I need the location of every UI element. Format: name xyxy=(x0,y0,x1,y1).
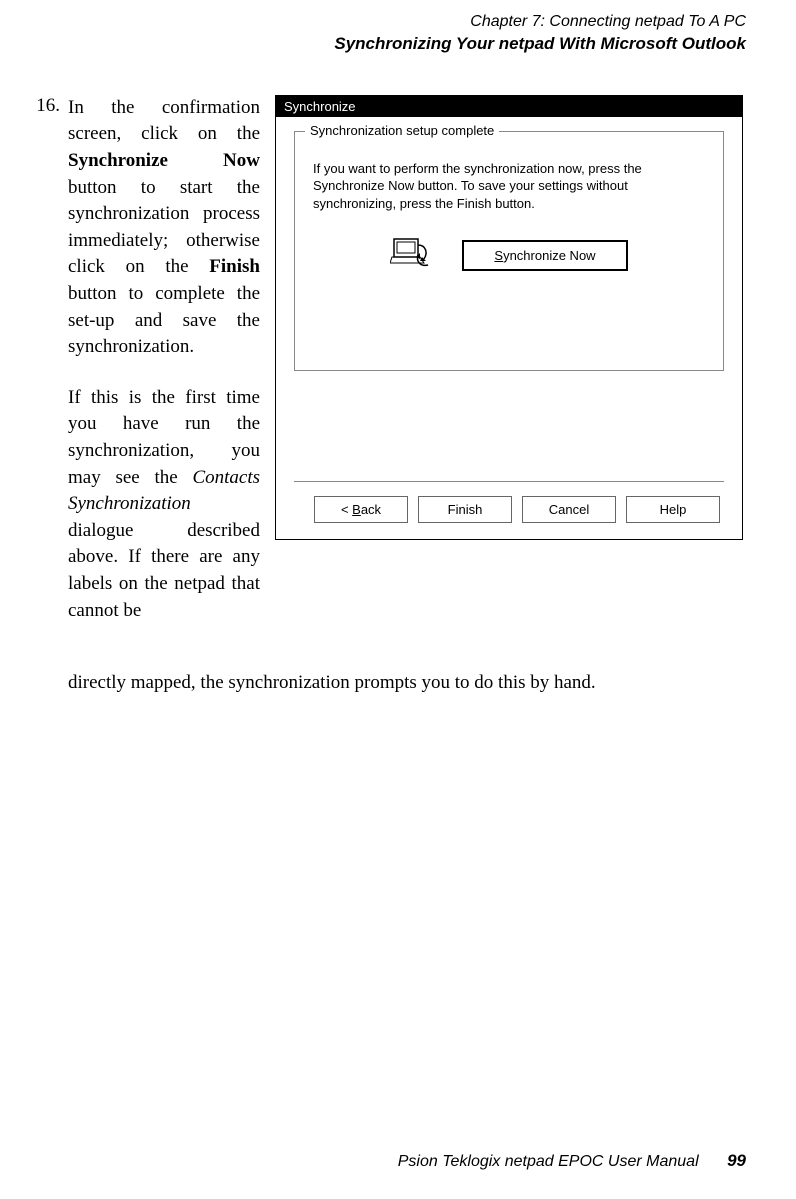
dialog-separator xyxy=(294,481,724,482)
manual-title: Psion Teklogix netpad EPOC User Manual xyxy=(398,1153,699,1170)
setup-complete-groupbox: Synchronization setup complete If you wa… xyxy=(294,131,724,371)
cancel-button[interactable]: Cancel xyxy=(522,496,616,523)
sync-row: Synchronize Now xyxy=(313,235,705,277)
synchronize-now-button[interactable]: Synchronize Now xyxy=(462,240,627,271)
step-number: 16. xyxy=(30,95,60,117)
groupbox-legend: Synchronization setup complete xyxy=(305,123,499,138)
finish-button[interactable]: Finish xyxy=(418,496,512,523)
dialog-titlebar: Synchronize xyxy=(276,96,742,117)
paragraph-2: If this is the first time you have run t… xyxy=(68,385,260,624)
paragraph-2-continuation: directly mapped, the synchronization pro… xyxy=(68,672,728,694)
back-button[interactable]: < Back xyxy=(314,496,408,523)
dialog-button-row: < Back Finish Cancel Help xyxy=(294,496,724,523)
page-footer: Psion Teklogix netpad EPOC User Manual 9… xyxy=(398,1151,746,1171)
dialog-message: If you want to perform the synchronizati… xyxy=(313,160,705,213)
page-number: 99 xyxy=(727,1151,746,1170)
page-header: Chapter 7: Connecting netpad To A PC Syn… xyxy=(0,0,796,55)
page-content: 16. In the confirmation screen, click on… xyxy=(0,55,796,95)
section-title: Synchronizing Your netpad With Microsoft… xyxy=(0,33,746,55)
paragraph-1: In the confirmation screen, click on the… xyxy=(68,95,260,361)
synchronize-icon xyxy=(390,235,436,277)
step-text-column: In the confirmation screen, click on the… xyxy=(68,95,260,624)
dialog-body: Synchronization setup complete If you wa… xyxy=(276,117,742,539)
chapter-title: Chapter 7: Connecting netpad To A PC xyxy=(0,12,746,33)
synchronize-dialog: Synchronize Synchronization setup comple… xyxy=(275,95,743,540)
help-button[interactable]: Help xyxy=(626,496,720,523)
